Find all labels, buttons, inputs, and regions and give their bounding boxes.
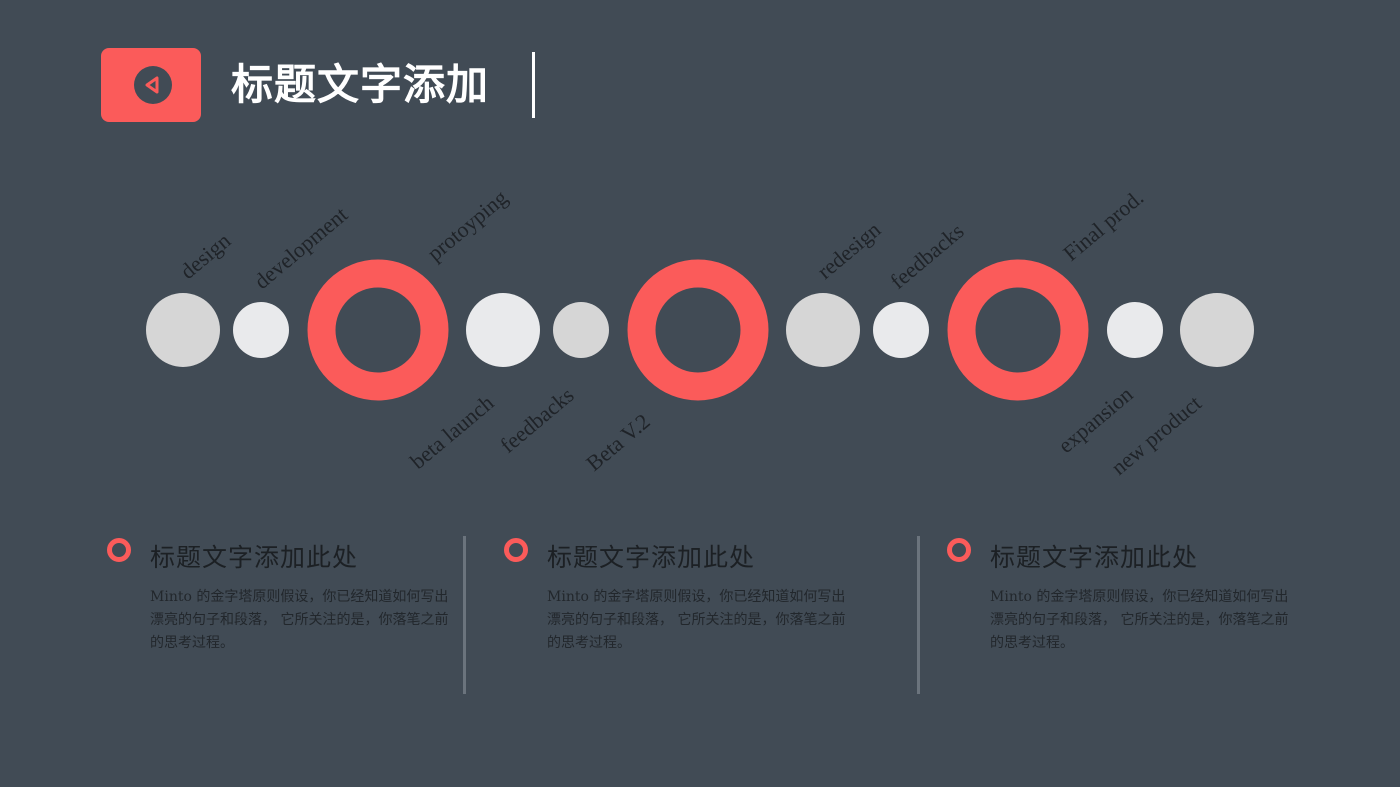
timeline-milestone-ring — [947, 259, 1089, 401]
timeline-label-bottom: beta launch — [405, 390, 498, 474]
timeline-label-bottom: Beta V.2 — [581, 408, 655, 475]
timeline-label-top: feedbacks — [885, 218, 968, 294]
ring-icon — [947, 538, 971, 562]
column-body: Minto 的金字塔原则假设，你已经知道如何写出漂亮的句子和段落， 它所关注的是… — [150, 589, 449, 651]
timeline-dot — [466, 293, 540, 367]
column-title: 标题文字添加此处 — [547, 543, 756, 572]
column-divider — [917, 536, 920, 694]
ring-icon — [107, 538, 131, 562]
timeline-label-bottom: feedbacks — [495, 382, 578, 458]
timeline: design development protoyping redesign feedb… — [146, 185, 1254, 480]
timeline-dot — [873, 302, 929, 358]
timeline-label-top: design — [175, 228, 235, 284]
timeline-dot — [1107, 302, 1163, 358]
timeline-dot — [233, 302, 289, 358]
timeline-dot — [146, 293, 220, 367]
timeline-label-top: protoyping — [422, 185, 512, 266]
column-divider — [463, 536, 466, 694]
timeline-dot — [553, 302, 609, 358]
column-title: 标题文字添加此处 — [150, 543, 359, 572]
timeline-label-top: redesign — [812, 217, 885, 284]
timeline-dot — [786, 293, 860, 367]
column-body: Minto 的金字塔原则假设，你已经知道如何写出漂亮的句子和段落， 它所关注的是… — [990, 589, 1289, 651]
ring-icon — [504, 538, 528, 562]
timeline-dot — [1180, 293, 1254, 367]
column-title: 标题文字添加此处 — [990, 543, 1199, 572]
timeline-milestone-ring — [627, 259, 769, 401]
column-body: Minto 的金字塔原则假设，你已经知道如何写出漂亮的句子和段落， 它所关注的是… — [547, 589, 846, 651]
timeline-label-top: Final prod. — [1058, 185, 1148, 266]
timeline-milestone-ring — [307, 259, 449, 401]
